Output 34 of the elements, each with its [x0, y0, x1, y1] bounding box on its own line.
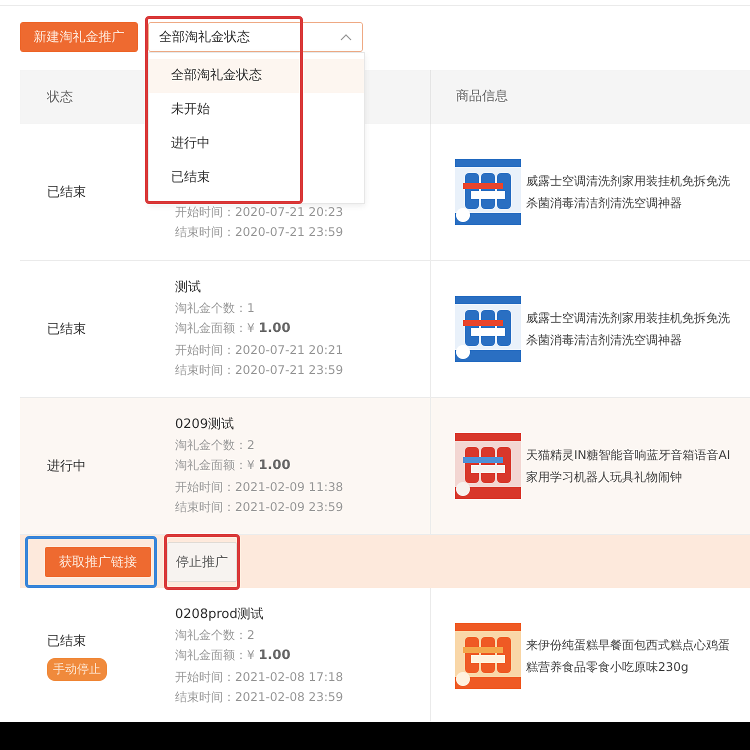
- detail-line: 开始时间：2020-07-21 20:23: [175, 204, 344, 220]
- caret-icon: [340, 33, 352, 41]
- detail-line: 淘礼金面额：¥ 1.00: [175, 457, 292, 475]
- column-header: 状态: [46, 89, 74, 106]
- detail-line: 开始时间：2021-02-08 17:18: [175, 668, 344, 686]
- status-tag: 手动停止: [47, 658, 107, 680]
- dropdown-option[interactable]: 未开始: [149, 93, 364, 127]
- dropdown-option[interactable]: 进行中: [149, 127, 364, 161]
- action-button[interactable]: 停止推广: [167, 542, 237, 582]
- promotion-name: 测试: [175, 278, 202, 296]
- detail-line: 开始时间：2021-02-09 11:38: [175, 478, 344, 496]
- detail-line: 开始时间：2020-07-21 20:21: [175, 342, 344, 358]
- dropdown-option[interactable]: 全部淘礼金状态: [149, 59, 364, 93]
- status-select[interactable]: 全部淘礼金状态: [148, 22, 363, 52]
- detail-line: 结束时间：2020-07-21 23:59: [175, 224, 344, 241]
- promotion-name: 0209测试: [175, 416, 236, 434]
- dropdown-option[interactable]: 已结束: [149, 161, 364, 195]
- detail-line: 结束时间：2021-02-08 23:59: [175, 689, 344, 706]
- status-text: 已结束: [47, 184, 86, 201]
- detail-line: 淘礼金面额：¥ 1.00: [175, 320, 292, 338]
- detail-line: 淘礼金个数：2: [175, 626, 256, 644]
- product-title: 天猫精灵IN糖智能音响蓝牙音箱语音AI家用学习机器人玩具礼物闹钟: [526, 447, 732, 486]
- status-text: 已结束: [47, 632, 86, 650]
- promotion-name: 0208prod测试: [175, 606, 265, 624]
- status-text: 已结束: [47, 321, 86, 338]
- detail-line: 结束时间：2020-07-21 23:59: [175, 362, 344, 379]
- detail-line: 淘礼金个数：1: [175, 300, 256, 316]
- detail-line: 淘礼金个数：2: [175, 436, 256, 454]
- product-title: 来伊份纯蛋糕早餐面包西式糕点心鸡蛋糕营养食品零食小吃原味230g: [526, 637, 731, 676]
- product-title: 威露士空调清洗剂家用装挂机免拆免洗杀菌消毒清洁剂清洗空调神器: [526, 310, 731, 349]
- detail-line: 结束时间：2021-02-09 23:59: [175, 499, 344, 516]
- status-text: 进行中: [47, 458, 86, 475]
- detail-line: 淘礼金面额：¥ 1.00: [175, 647, 292, 665]
- product-title: 威露士空调清洗剂家用装挂机免拆免洗杀菌消毒清洁剂清洗空调神器: [526, 173, 731, 212]
